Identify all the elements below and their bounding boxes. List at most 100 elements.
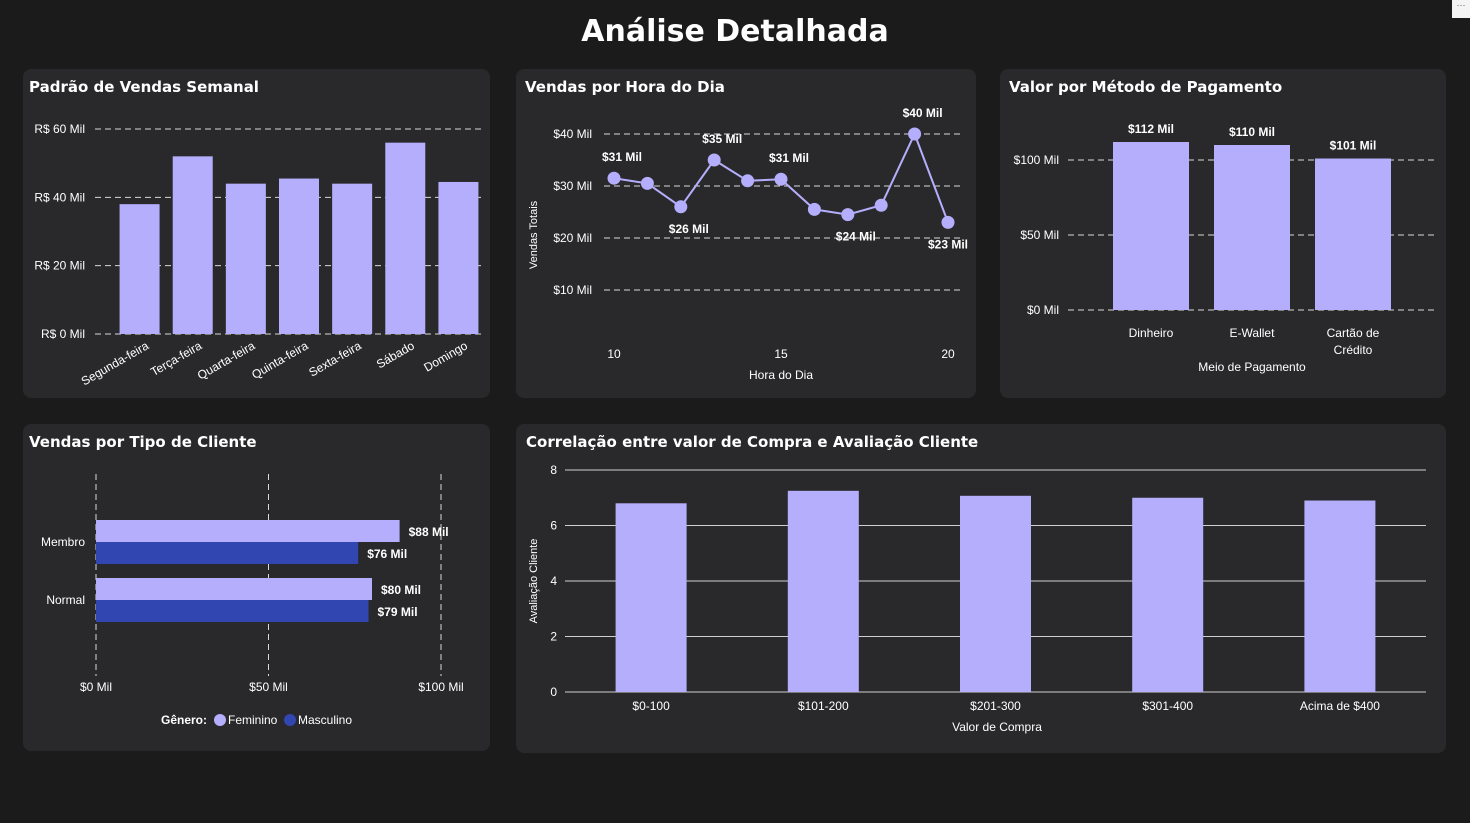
data-label: $31 Mil <box>602 150 642 164</box>
data-point <box>674 200 688 214</box>
hourly-sales-card: Vendas por Hora do Dia $10 Mil $20 Mil $30… <box>516 69 976 398</box>
x-tick-label: Cartão de <box>1327 326 1380 340</box>
x-tick-label: $100 Mil <box>418 680 463 694</box>
data-point <box>707 153 721 167</box>
x-axis-label: Valor de Compra <box>952 720 1042 734</box>
data-label: $76 Mil <box>367 547 407 561</box>
y-tick-label: $20 Mil <box>553 231 592 245</box>
y-tick-label: $50 Mil <box>1020 228 1059 242</box>
bar-normal-feminino <box>96 578 372 600</box>
legend-swatch <box>214 714 226 726</box>
x-tick-label: $0-100 <box>632 699 670 713</box>
bar-domingo <box>438 181 479 334</box>
y-tick-label: R$ 0 Mil <box>41 327 85 341</box>
bar-range-2 <box>960 495 1031 692</box>
data-point <box>774 172 788 186</box>
legend-label: Feminino <box>228 713 278 727</box>
x-tick-label: $101-200 <box>798 699 849 713</box>
correlation-chart: 0 2 4 6 8 $0-100 $101-200 $201-300 $301-400 Acima… <box>528 463 1426 734</box>
bar-sexta-feira <box>332 183 373 334</box>
y-tick-label: $0 Mil <box>1027 303 1059 317</box>
x-tick-label: 15 <box>774 347 788 361</box>
data-label: $40 Mil <box>903 106 943 120</box>
y-tick-label: R$ 60 Mil <box>34 122 85 136</box>
y-tick-label: Normal <box>46 593 85 607</box>
x-tick-label: Sábado <box>374 338 417 371</box>
bar-range-3 <box>1132 497 1204 692</box>
x-tick-label: $50 Mil <box>249 680 288 694</box>
y-tick-label: 6 <box>550 519 557 533</box>
data-label: $24 Mil <box>836 230 876 244</box>
x-tick-label: Segunda-feira <box>79 338 152 388</box>
data-point <box>941 215 955 229</box>
data-point <box>908 127 922 141</box>
data-label: $101 Mil <box>1330 139 1377 153</box>
x-tick-label: Sexta-feira <box>306 338 364 379</box>
y-tick-label: 2 <box>550 630 557 644</box>
data-label: $31 Mil <box>769 151 809 165</box>
payment-method-card: Valor por Método de Pagamento $0 Mil $50 … <box>1000 69 1446 398</box>
y-tick-label: $30 Mil <box>553 179 592 193</box>
data-point <box>640 176 654 190</box>
data-point <box>741 174 755 188</box>
x-tick-label: $0 Mil <box>80 680 112 694</box>
data-label: $112 Mil <box>1128 122 1174 136</box>
x-tick-label: Quarta-feira <box>195 338 258 382</box>
y-tick-label: 4 <box>550 574 557 588</box>
x-axis-label: Hora do Dia <box>749 368 813 382</box>
y-tick-label: 8 <box>550 463 557 477</box>
data-label: $110 Mil <box>1229 125 1275 139</box>
bar-quinta-feira <box>279 178 319 334</box>
weekly-sales-card: Padrão de Vendas Semanal R$ 0 Mil R$ 20 M… <box>23 69 490 398</box>
bar-membro-masculino <box>96 542 359 564</box>
bar-sábado <box>385 142 426 334</box>
x-tick-label: Domingo <box>421 338 470 374</box>
bar-e-wallet <box>1214 145 1290 310</box>
data-point <box>607 171 621 185</box>
x-tick-label: $201-300 <box>970 699 1021 713</box>
data-label: $79 Mil <box>378 605 418 619</box>
legend-title: Gênero: <box>161 713 207 727</box>
x-tick-label: $301-400 <box>1142 699 1193 713</box>
data-label: $88 Mil <box>409 525 449 539</box>
x-tick-label: Quinta-feira <box>249 338 311 382</box>
bar-terça-feira <box>172 156 213 334</box>
x-tick-label: Crédito <box>1334 343 1373 357</box>
data-label: $35 Mil <box>702 132 742 146</box>
y-tick-label: $10 Mil <box>553 283 592 297</box>
customer-type-card: Vendas por Tipo de Cliente $0 Mil $50 Mil… <box>23 424 490 751</box>
weekly-sales-chart: R$ 0 Mil R$ 20 Mil R$ 40 Mil R$ 60 Mil Segun… <box>34 122 485 388</box>
page-title: Análise Detalhada <box>581 14 889 49</box>
bar-range-1 <box>787 490 859 692</box>
data-point <box>841 208 855 222</box>
legend-label: Masculino <box>298 713 352 727</box>
x-tick-label: E-Wallet <box>1230 326 1276 340</box>
x-axis-label: Meio de Pagamento <box>1198 360 1306 374</box>
y-tick-label: 0 <box>550 685 557 699</box>
bar-normal-masculino <box>96 600 369 622</box>
bar-membro-feminino <box>96 520 400 542</box>
payment-method-chart: $0 Mil $50 Mil $100 Mil $112 Mil Dinheiro $11… <box>1014 122 1438 374</box>
x-tick-label: 20 <box>941 347 955 361</box>
legend-swatch <box>284 714 296 726</box>
data-label: $80 Mil <box>381 583 421 597</box>
x-tick-label: Acima de $400 <box>1300 699 1380 713</box>
y-tick-label: R$ 20 Mil <box>34 259 85 273</box>
y-tick-label: $40 Mil <box>553 127 592 141</box>
y-tick-label: $100 Mil <box>1014 153 1059 167</box>
y-tick-label: R$ 40 Mil <box>34 190 85 204</box>
x-tick-label: Dinheiro <box>1129 326 1174 340</box>
bar-range-4 <box>1304 500 1376 692</box>
x-tick-label: 10 <box>607 347 621 361</box>
data-label: $26 Mil <box>669 222 709 236</box>
bar-dinheiro <box>1113 142 1189 310</box>
y-axis-label: Vendas Totais <box>528 200 540 269</box>
data-label: $23 Mil <box>928 237 968 251</box>
bar-quarta-feira <box>225 183 266 334</box>
data-point <box>807 202 821 216</box>
y-tick-label: Membro <box>41 535 85 549</box>
customer-type-chart: $0 Mil $50 Mil $100 Mil Membro $88 Mil$76 Mi… <box>41 474 464 727</box>
hourly-sales-chart: $10 Mil $20 Mil $30 Mil $40 Mil 10 15 20 Hora d… <box>528 106 968 382</box>
y-axis-label: Avaliação Cliente <box>528 539 540 624</box>
more-options-icon[interactable]: ··· <box>1452 0 1470 18</box>
